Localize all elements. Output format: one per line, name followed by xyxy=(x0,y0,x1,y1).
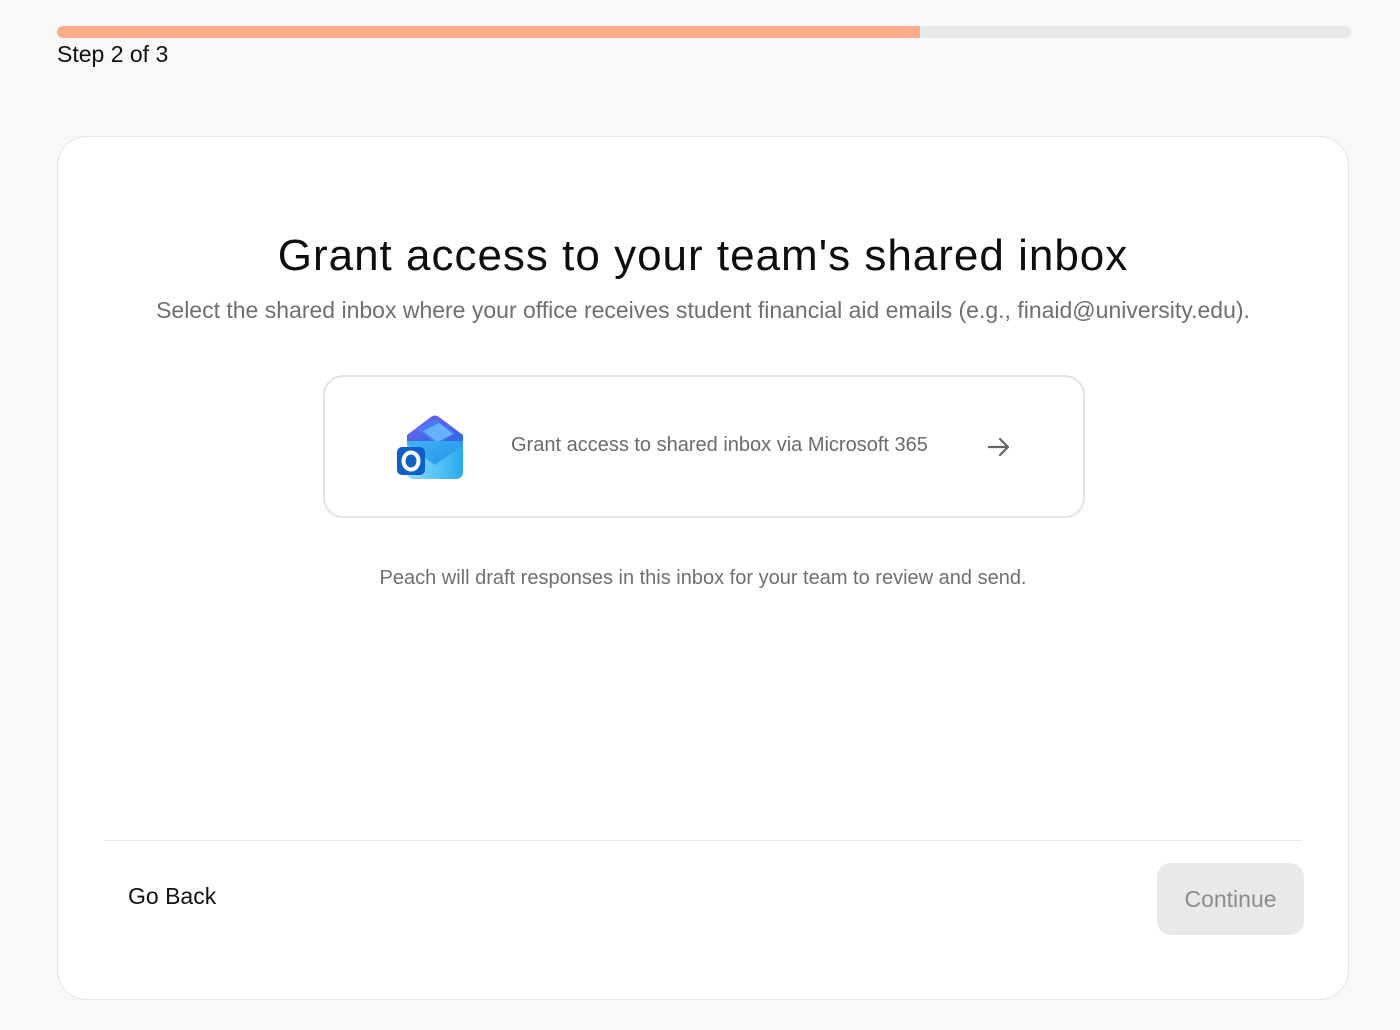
page-subtitle: Select the shared inbox where your offic… xyxy=(156,297,1250,323)
progress-bar-fill xyxy=(57,26,921,38)
footer-divider xyxy=(105,840,1302,841)
onboarding-card: Grant access to your team's shared inbox… xyxy=(57,136,1349,1000)
helper-text: Peach will draft responses in this inbox… xyxy=(379,567,1027,589)
continue-button[interactable]: Continue xyxy=(1157,863,1304,935)
microsoft-365-button-label: Grant access to shared inbox via Microso… xyxy=(511,434,928,456)
page-title: Grant access to your team's shared inbox xyxy=(277,231,1129,280)
arrow-right-icon xyxy=(987,437,1010,457)
progress-bar xyxy=(57,26,1351,38)
outlook-icon xyxy=(397,415,463,479)
microsoft-365-connect-button[interactable]: Grant access to shared inbox via Microso… xyxy=(323,375,1085,518)
step-indicator: Step 2 of 3 xyxy=(57,41,169,67)
go-back-button[interactable]: Go Back xyxy=(128,883,216,910)
